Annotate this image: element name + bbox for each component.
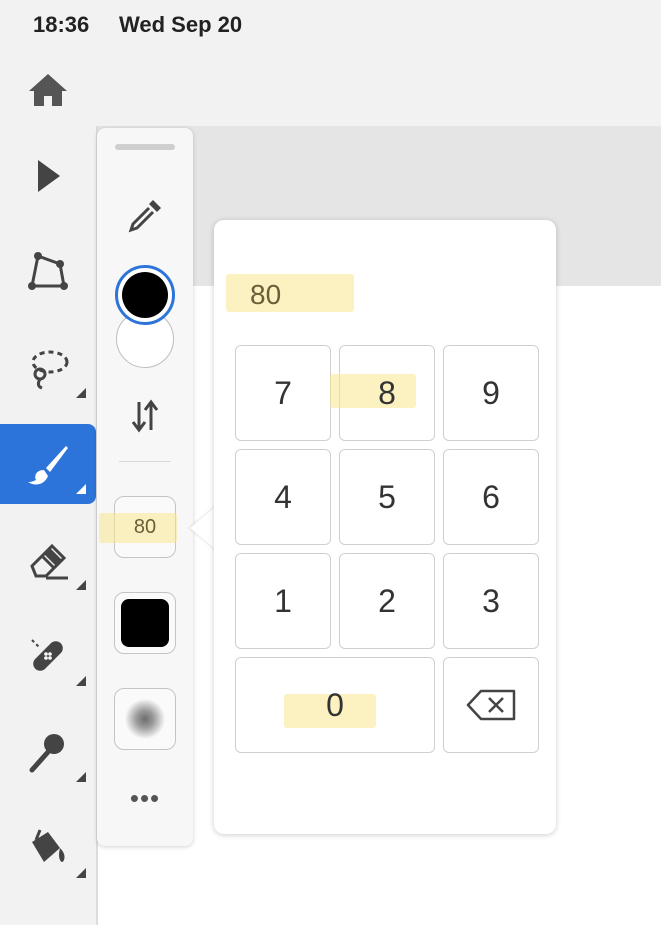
more-options-button[interactable]: ••• xyxy=(123,783,167,813)
key-label: 4 xyxy=(274,478,292,515)
tool-properties-panel: 80 ••• xyxy=(97,128,193,846)
home-icon xyxy=(29,74,67,106)
highlight xyxy=(330,374,416,408)
swap-arrows-icon xyxy=(131,399,159,433)
panel-grabber[interactable] xyxy=(115,144,175,150)
tool-options-indicator xyxy=(76,772,86,782)
key-label: 5 xyxy=(378,478,396,515)
swap-colors-button[interactable] xyxy=(125,396,165,436)
status-time: 18:36 xyxy=(33,12,90,37)
paint-bucket-icon xyxy=(32,829,65,862)
tool-options-indicator xyxy=(76,868,86,878)
keypad-key-1[interactable]: 1 xyxy=(235,553,331,649)
key-label: 6 xyxy=(482,478,500,515)
brush-color-button[interactable] xyxy=(114,592,176,654)
keypad-key-6[interactable]: 6 xyxy=(443,449,539,545)
keypad-key-5[interactable]: 5 xyxy=(339,449,435,545)
home-button[interactable] xyxy=(26,70,70,110)
tool-options-indicator xyxy=(76,484,86,494)
key-label: 0 xyxy=(326,686,344,723)
brush-size-value: 80 xyxy=(133,515,157,538)
tool-fill[interactable] xyxy=(0,808,96,888)
keypad-value-display: 80 xyxy=(226,274,354,312)
key-label: 8 xyxy=(378,374,396,411)
keypad-key-9[interactable]: 9 xyxy=(443,345,539,441)
tool-direct-select[interactable] xyxy=(0,232,96,312)
tool-select[interactable] xyxy=(0,136,96,216)
smudge-icon xyxy=(29,734,64,773)
left-toolbar xyxy=(0,126,96,925)
key-label: 2 xyxy=(378,582,396,619)
arrow-pointer-icon xyxy=(38,160,60,192)
tool-smudge[interactable] xyxy=(0,712,96,792)
keypad-key-8[interactable]: 8 xyxy=(330,345,435,441)
bandage-icon xyxy=(31,639,63,671)
brush-color-fill xyxy=(121,599,169,647)
keypad-key-7[interactable]: 7 xyxy=(235,345,331,441)
tool-options-indicator xyxy=(76,580,86,590)
backspace-icon xyxy=(466,689,516,721)
popover-arrow xyxy=(190,506,216,550)
key-label: 7 xyxy=(274,374,292,411)
status-bar: 18:36 Wed Sep 20 xyxy=(0,0,661,50)
brush-size-button[interactable]: 80 xyxy=(99,496,177,558)
keypad-key-0[interactable]: 0 xyxy=(235,657,435,753)
top-bar xyxy=(0,50,661,126)
key-label: 9 xyxy=(482,374,500,411)
keypad-key-3[interactable]: 3 xyxy=(443,553,539,649)
foreground-color-swatch[interactable] xyxy=(115,265,175,325)
tool-options-indicator xyxy=(76,388,86,398)
lasso-icon xyxy=(31,350,69,390)
eyedropper-icon xyxy=(128,200,161,233)
key-label: 1 xyxy=(274,582,292,619)
tool-options-indicator xyxy=(76,676,86,686)
status-date: Wed Sep 20 xyxy=(119,12,243,37)
key-label: 3 xyxy=(482,582,500,619)
keypad-key-2[interactable]: 2 xyxy=(339,553,435,649)
tool-lasso[interactable] xyxy=(0,328,96,408)
brush-icon xyxy=(28,446,68,485)
panel-separator xyxy=(119,461,171,462)
tool-eraser[interactable] xyxy=(0,520,96,600)
soft-brush-icon xyxy=(125,699,165,739)
brush-softness-button[interactable] xyxy=(114,688,176,750)
eyedropper-button[interactable] xyxy=(123,196,167,236)
keypad-key-4[interactable]: 4 xyxy=(235,449,331,545)
foreground-color-fill xyxy=(122,272,168,318)
keypad-backspace-button[interactable] xyxy=(443,657,539,753)
path-anchor-icon xyxy=(28,252,68,290)
tool-brush[interactable] xyxy=(0,424,96,504)
size-keypad-popover: 80 7 8 9 4 5 6 1 2 3 0 xyxy=(214,220,556,834)
tool-healing[interactable] xyxy=(0,616,96,696)
eraser-icon xyxy=(30,543,68,580)
